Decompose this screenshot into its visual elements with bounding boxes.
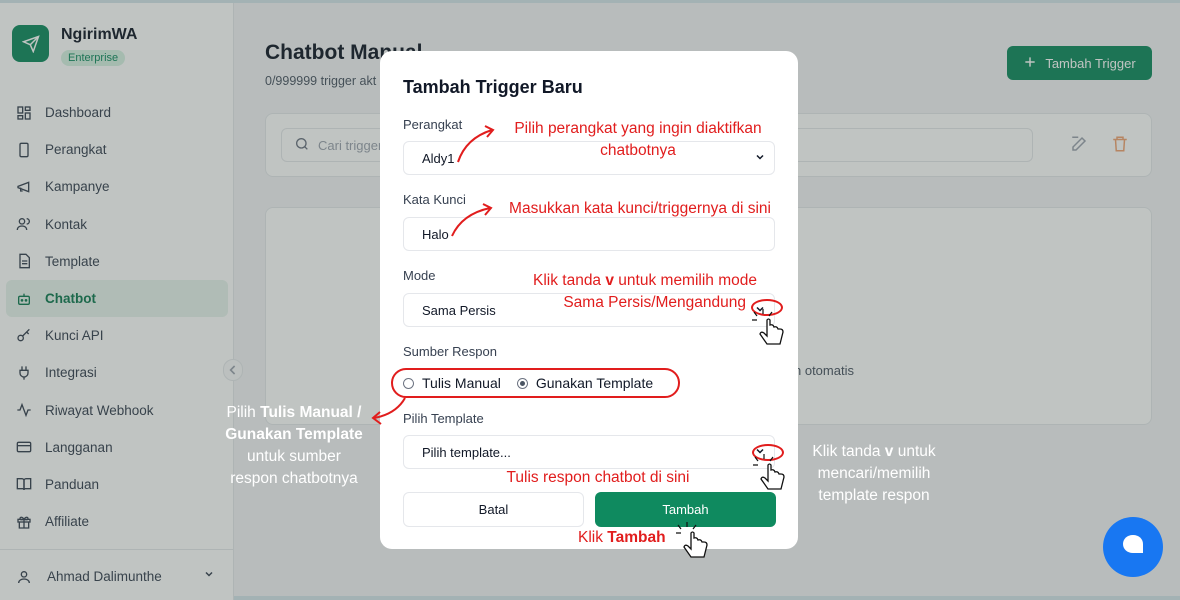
template-caret-highlight bbox=[752, 444, 784, 461]
annotation-bold: v bbox=[605, 272, 614, 289]
cancel-button[interactable]: Batal bbox=[403, 492, 584, 527]
submit-button[interactable]: Tambah bbox=[595, 492, 776, 527]
annotation-text: mencari/memilih bbox=[817, 465, 931, 482]
mode-value: Sama Persis bbox=[422, 302, 496, 318]
annotation-text: Sama Persis/Mengandung bbox=[563, 294, 746, 311]
annotation-keyword: Masukkan kata kunci/triggernya di sini bbox=[509, 200, 771, 217]
annotation-device: Pilih perangkat yang ingin diaktifkan ch… bbox=[496, 118, 780, 162]
annotation-submit: Klik Tambah bbox=[578, 527, 682, 549]
mode-label: Mode bbox=[403, 268, 436, 283]
template-select[interactable]: Pilih template... bbox=[403, 435, 775, 469]
source-label: Sumber Respon bbox=[403, 344, 497, 359]
mode-caret-highlight bbox=[751, 299, 783, 316]
keyword-label: Kata Kunci bbox=[403, 192, 466, 207]
annotation-text: Pilih bbox=[226, 404, 261, 421]
annotation-response: Tulis respon chatbot di sini bbox=[506, 469, 690, 486]
source-highlight-pill bbox=[391, 368, 680, 398]
annotation-text: chatbotnya bbox=[600, 142, 676, 159]
annotation-bold: Gunakan Template bbox=[225, 426, 363, 443]
annotation-source: Pilih Tulis Manual / Gunakan Template un… bbox=[210, 402, 378, 490]
annotation-text: Klik tanda bbox=[812, 443, 885, 460]
annotation-text: Klik tanda bbox=[532, 272, 606, 289]
annotation-text: Pilih perangkat yang ingin diaktifkan bbox=[514, 120, 762, 137]
annotation-bold: Tulis Manual / bbox=[260, 404, 362, 421]
annotation-text: respon chatbotnya bbox=[230, 470, 358, 487]
chat-support-button[interactable] bbox=[1103, 517, 1163, 577]
chat-icon bbox=[1121, 534, 1145, 561]
annotation-mode: Klik tanda v untuk memilih mode Sama Per… bbox=[516, 270, 774, 314]
keyword-input[interactable]: Halo bbox=[403, 217, 775, 251]
template-placeholder: Pilih template... bbox=[422, 444, 511, 460]
annotation-text: Klik bbox=[578, 529, 608, 546]
template-label: Pilih Template bbox=[403, 411, 484, 426]
annotation-template: Klik tanda v untuk mencari/memilih templ… bbox=[798, 441, 950, 507]
modal-title: Tambah Trigger Baru bbox=[403, 77, 583, 97]
annotation-text: untuk memilih mode bbox=[614, 272, 758, 289]
annotation-text: untuk bbox=[893, 443, 936, 460]
annotation-bold: Tambah bbox=[607, 529, 666, 546]
device-value: Aldy1 bbox=[422, 150, 455, 166]
annotation-text: template respon bbox=[818, 487, 930, 504]
keyword-value: Halo bbox=[422, 226, 449, 242]
device-label: Perangkat bbox=[403, 117, 463, 132]
annotation-text: untuk sumber bbox=[247, 448, 341, 465]
